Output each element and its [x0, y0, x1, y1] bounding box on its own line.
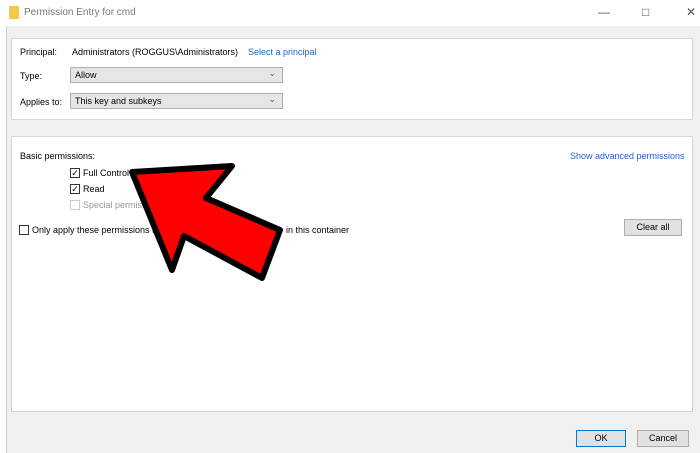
arrow-shape	[129, 163, 283, 281]
red-arrow-annotation	[129, 163, 283, 281]
